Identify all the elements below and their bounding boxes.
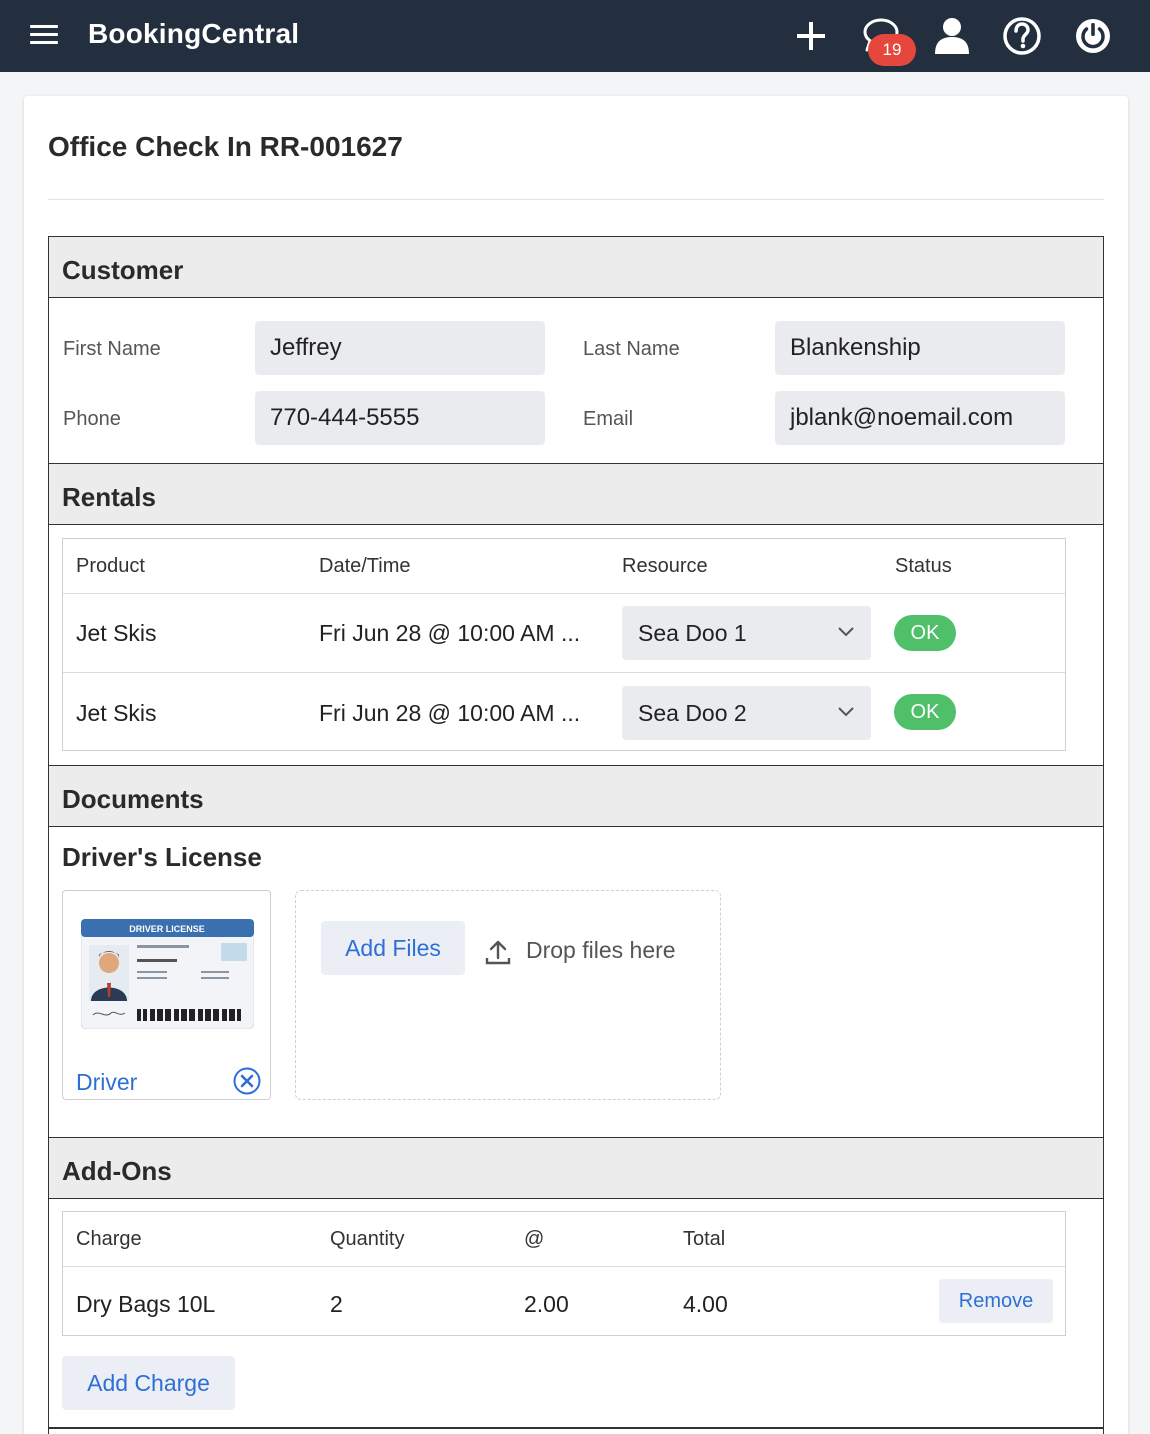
documents-section-header: Documents: [49, 765, 1103, 827]
column-header-product: Product: [76, 555, 145, 577]
first-name-label: First Name: [63, 338, 161, 360]
document-name-link[interactable]: Driver: [76, 1069, 137, 1096]
column-header-price: @: [524, 1228, 545, 1250]
rental-product: Jet Skis: [76, 620, 157, 646]
resource-select-value: Sea Doo 2: [638, 700, 747, 726]
addon-quantity: 2: [330, 1291, 343, 1317]
addons-section-header: Add-Ons: [49, 1137, 1103, 1199]
power-icon[interactable]: [1071, 14, 1115, 58]
last-name-label: Last Name: [583, 338, 680, 360]
section-title: Customer: [62, 255, 184, 285]
menu-icon[interactable]: [30, 25, 58, 45]
column-header-charge: Charge: [76, 1228, 142, 1250]
top-bar: BookingCentral 19: [0, 0, 1150, 72]
page-title: Office Check In RR-001627: [48, 131, 403, 162]
license-image[interactable]: DRIVER LICENSE: [81, 919, 254, 1029]
phone-field[interactable]: 770-444-5555: [255, 391, 545, 445]
user-icon[interactable]: [930, 14, 974, 58]
plus-icon[interactable]: [789, 14, 833, 58]
file-drop-zone[interactable]: Add Files Drop files here: [295, 890, 721, 1100]
chevron-down-icon: [838, 627, 854, 637]
addon-price: 2.00: [524, 1291, 569, 1317]
last-name-field[interactable]: Blankenship: [775, 321, 1065, 375]
divider: [48, 199, 1104, 200]
chevron-down-icon: [838, 707, 854, 717]
status-badge: OK: [894, 615, 956, 651]
addon-total: 4.00: [683, 1291, 728, 1317]
rental-datetime: Fri Jun 28 @ 10:00 AM ...: [319, 620, 581, 646]
license-title: DRIVER LICENSE: [129, 924, 205, 934]
email-field[interactable]: jblank@noemail.com: [775, 391, 1065, 445]
row-divider: [63, 593, 1065, 594]
column-header-datetime: Date/Time: [319, 555, 411, 577]
resource-select[interactable]: Sea Doo 2: [622, 686, 871, 740]
first-name-field[interactable]: Jeffrey: [255, 321, 545, 375]
section-title: Rentals: [62, 482, 156, 512]
row-divider: [63, 1266, 1065, 1267]
resource-select[interactable]: Sea Doo 1: [622, 606, 871, 660]
drop-files-text: Drop files here: [526, 937, 676, 963]
rentals-table: Product Date/Time Resource Status Jet Sk…: [62, 538, 1066, 751]
column-header-status: Status: [895, 555, 952, 577]
phone-label: Phone: [63, 408, 121, 430]
column-header-total: Total: [683, 1228, 726, 1250]
status-badge: OK: [894, 694, 956, 730]
customer-section-header: Customer: [49, 236, 1103, 298]
section-divider: [49, 1427, 1103, 1429]
notification-badge[interactable]: 19: [868, 34, 916, 66]
email-label: Email: [583, 408, 634, 430]
resource-select-value: Sea Doo 1: [638, 620, 747, 646]
drivers-license-heading: Driver's License: [62, 842, 262, 872]
add-files-button[interactable]: Add Files: [321, 921, 465, 975]
rental-product: Jet Skis: [76, 700, 157, 726]
column-header-resource: Resource: [622, 555, 708, 577]
column-header-quantity: Quantity: [330, 1228, 405, 1250]
document-thumbnail[interactable]: DRIVER LICENSE Driver: [62, 890, 271, 1100]
rentals-section-header: Rentals: [49, 463, 1103, 525]
brand-logo[interactable]: BookingCentral: [88, 18, 299, 50]
addons-table: Charge Quantity @ Total Dry Bags 10L 2 2…: [62, 1211, 1066, 1336]
add-charge-button[interactable]: Add Charge: [62, 1356, 235, 1410]
upload-icon: [485, 940, 511, 965]
row-divider: [63, 672, 1065, 673]
addon-charge: Dry Bags 10L: [76, 1291, 216, 1317]
remove-file-icon[interactable]: [233, 1067, 261, 1095]
section-title: Documents: [62, 784, 204, 814]
help-icon[interactable]: [1000, 14, 1044, 58]
section-title: Add-Ons: [62, 1156, 172, 1186]
rental-datetime: Fri Jun 28 @ 10:00 AM ...: [319, 700, 581, 726]
remove-addon-button[interactable]: Remove: [939, 1279, 1053, 1323]
